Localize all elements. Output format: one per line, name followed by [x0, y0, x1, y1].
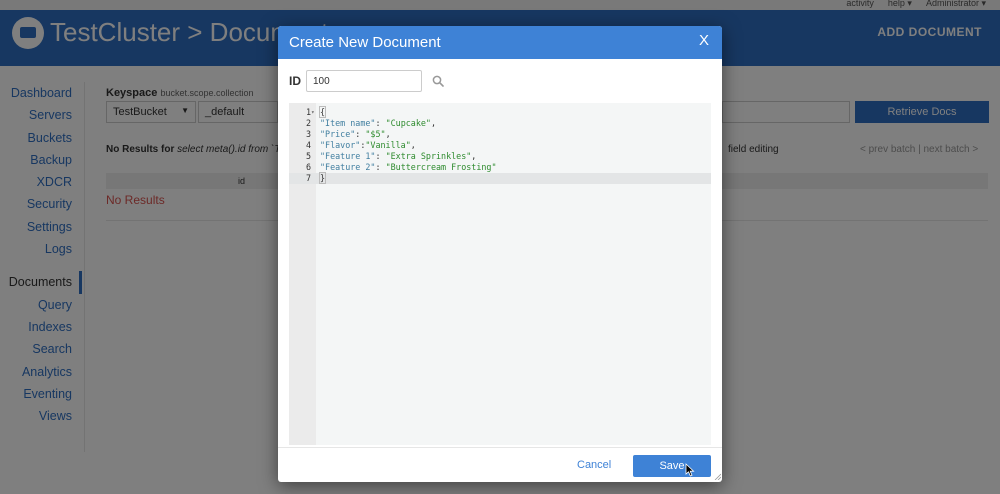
line-number: 3	[305, 129, 311, 139]
code-token: :	[375, 118, 386, 128]
code-text: "Item name": "Cupcake",	[320, 118, 436, 129]
code-text: }	[318, 172, 327, 184]
line-number: 1	[305, 107, 311, 117]
code-token: "Feature 1"	[320, 151, 376, 161]
text-cursor	[325, 173, 327, 183]
line-number: 7	[305, 173, 311, 183]
code-token: "Buttercream Frosting"	[385, 162, 497, 172]
json-editor[interactable]: 1 ▾{2 "Item name": "Cupcake", 3 "Price": "$5…	[289, 103, 711, 445]
code-token: ,	[430, 118, 436, 128]
code-token: :	[355, 129, 366, 139]
document-id-input[interactable]	[306, 70, 422, 92]
editor-line[interactable]: 2 "Item name": "Cupcake",	[289, 118, 711, 129]
code-token: "Price"	[320, 129, 356, 139]
code-text: {	[318, 106, 327, 118]
code-token: "Vanilla"	[365, 140, 411, 150]
editor-line[interactable]: 1 ▾{	[289, 106, 711, 118]
search-icon[interactable]	[432, 75, 444, 87]
code-token: :	[375, 151, 386, 161]
code-token: "Cupcake"	[385, 118, 431, 128]
close-icon[interactable]: X	[699, 32, 709, 49]
line-number: 2	[305, 118, 311, 128]
code-text: "Flavor":"Vanilla",	[320, 140, 416, 151]
code-text: "Feature 2": "Buttercream Frosting"	[320, 162, 497, 173]
line-number: 6	[305, 162, 311, 172]
id-label: ID	[289, 74, 301, 88]
cancel-button[interactable]: Cancel	[577, 459, 611, 471]
code-token: ,	[471, 151, 477, 161]
code-token: :	[375, 162, 386, 172]
resize-handle-icon[interactable]	[714, 473, 721, 480]
editor-line[interactable]: 6 "Feature 2": "Buttercream Frosting"	[289, 162, 711, 173]
mouse-pointer-icon	[685, 463, 695, 477]
code-token: "Extra Sprinkles"	[385, 151, 472, 161]
dialog-title: Create New Document	[289, 34, 441, 51]
code-token: {	[318, 106, 327, 118]
create-document-dialog: Create New Document X ID 1▾{2 "Item name"…	[278, 26, 722, 482]
dialog-footer-divider	[278, 447, 722, 448]
line-number: 4	[305, 140, 311, 150]
code-token: "Flavor"	[320, 140, 361, 150]
editor-line[interactable]: 3 "Price": "$5",	[289, 129, 711, 140]
code-text: "Price": "$5",	[320, 129, 391, 140]
fold-toggle-icon[interactable]: ▾	[311, 107, 315, 118]
code-token: ,	[410, 140, 416, 150]
dialog-header: Create New Document X	[278, 26, 722, 59]
code-token: "Item name"	[320, 118, 376, 128]
code-token: "$5"	[365, 129, 386, 139]
save-button[interactable]: Save	[633, 455, 711, 477]
code-text: "Feature 1": "Extra Sprinkles",	[320, 151, 476, 162]
code-token: "Feature 2"	[320, 162, 376, 172]
code-token: ,	[385, 129, 391, 139]
editor-line[interactable]: 5 "Feature 1": "Extra Sprinkles",	[289, 151, 711, 162]
editor-line[interactable]: 7}	[289, 172, 711, 184]
line-number: 5	[305, 151, 311, 161]
editor-line[interactable]: 4 "Flavor":"Vanilla",	[289, 140, 711, 151]
